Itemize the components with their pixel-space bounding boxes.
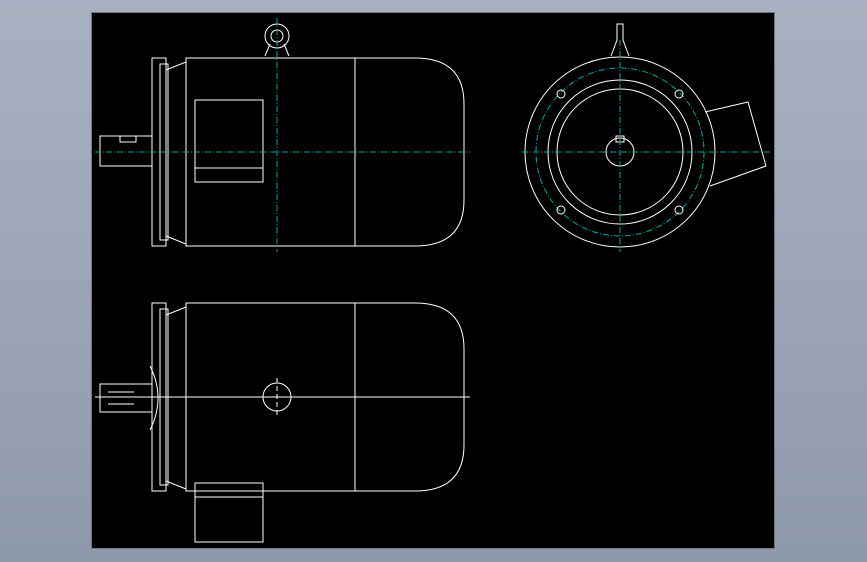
drawing-canvas[interactable] [92, 13, 774, 548]
front-terminal-box [194, 99, 264, 183]
plan-shaft [99, 383, 153, 413]
plan-spigot-arc [149, 365, 159, 431]
end-view [522, 23, 770, 252]
front-shaft [99, 135, 153, 167]
bolt-hole [556, 89, 566, 99]
motor-drawing [95, 18, 770, 543]
plan-view [95, 302, 470, 543]
end-terminal-box [704, 101, 767, 187]
front-shaft-key [119, 135, 137, 143]
plan-terminal-box [194, 482, 264, 543]
cad-viewport[interactable] [0, 0, 867, 562]
plan-adapter [165, 306, 187, 490]
front-view [95, 18, 470, 252]
bolt-hole [674, 205, 684, 215]
bolt-hole [674, 89, 684, 99]
front-adapter [165, 61, 187, 245]
bolt-hole [556, 205, 566, 215]
